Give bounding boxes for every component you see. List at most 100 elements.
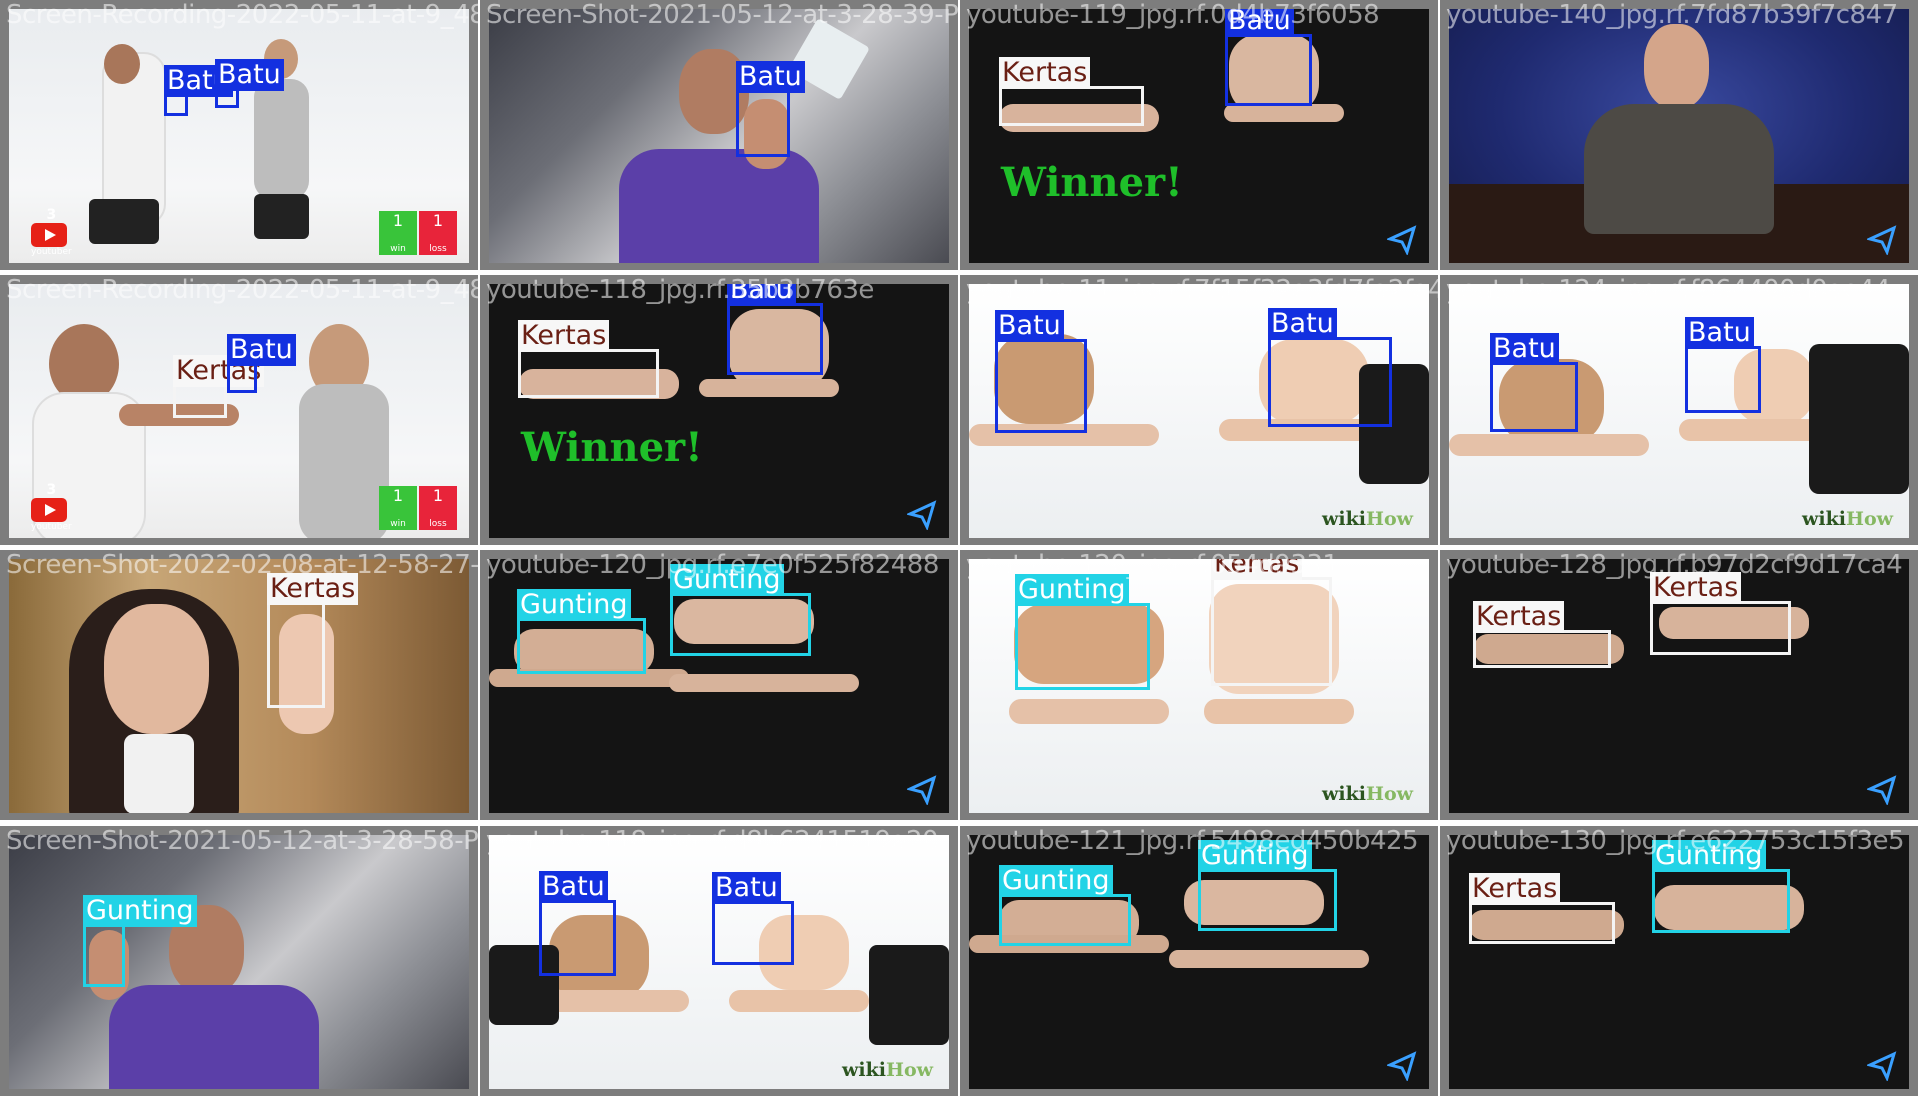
roboflow-logo-icon — [1387, 225, 1417, 255]
wikihow-logo: wikiHow — [1322, 783, 1413, 805]
detection-box: Batu — [1225, 9, 1312, 106]
tile[interactable]: Kertas Screen-Shot-2022-02-08-at-12-58-2… — [0, 550, 478, 820]
detection-label: Kertas — [1469, 873, 1561, 905]
photo: Batu Batu wikiHow — [489, 835, 949, 1089]
detection-box: Gunting — [1198, 840, 1337, 931]
wikihow-how: How — [1846, 508, 1893, 530]
score-win-label: win — [390, 519, 406, 529]
tile[interactable]: Kertas Batu 3 youtuber 1 win 1 loss Screen… — [0, 275, 478, 545]
photo: Kertas Batu Winner! — [489, 284, 949, 538]
scoreboard: 1 win 1 loss — [379, 486, 457, 530]
photo: Batu Batu wikiHow — [969, 284, 1429, 538]
photo: Batu Batu 3 youtuber 1 win 1 loss — [9, 9, 469, 263]
tile[interactable]: Batu Screen-Shot-2021-05-12-at-3-28-39-P… — [480, 0, 958, 270]
detection-label: Gunting — [517, 589, 631, 621]
tile[interactable]: Kertas Gunting youtube-130_jpg.rf.e62275… — [1440, 826, 1918, 1096]
detection-label: Kertas — [1473, 601, 1565, 633]
photo: Kertas Kertas — [1449, 559, 1909, 813]
detection-box: Batu — [1268, 308, 1392, 427]
tile[interactable]: Batu Batu wikiHow youtube-11_jpg.rf.7f15… — [960, 275, 1438, 545]
tile[interactable]: Gunting Gunting youtube-120_jpg.rf.e7e0f… — [480, 550, 958, 820]
detection-box: Batu — [227, 334, 296, 393]
youtube-count: 3 — [46, 207, 57, 223]
detection-box: Batu — [164, 65, 233, 116]
detection-label: Batu — [539, 871, 608, 903]
detection-label: Gunting — [83, 895, 197, 927]
roboflow-logo-icon — [1867, 225, 1897, 255]
roboflow-logo-icon — [907, 775, 937, 805]
detection-box: Batu — [727, 284, 823, 375]
detection-box: Kertas — [173, 355, 265, 418]
score-loss-label: loss — [429, 519, 447, 529]
detection-label: Kertas — [999, 57, 1091, 89]
tile[interactable]: Gunting Screen-Shot-2021-05-12-at-3-28-5… — [0, 826, 478, 1096]
detection-box: Batu — [995, 310, 1087, 433]
detection-box: Kertas — [1650, 572, 1791, 655]
roboflow-logo-icon — [907, 500, 937, 530]
score-loss: 1 — [432, 486, 444, 505]
photo: Kertas Batu Winner! — [969, 9, 1429, 263]
detection-box: Kertas — [999, 57, 1144, 126]
wikihow-logo: wikiHow — [1802, 508, 1893, 530]
detection-box: Batu — [1490, 333, 1578, 432]
detection-label: Batu — [712, 872, 781, 904]
photo: Batu Batu wikiHow — [1449, 284, 1909, 538]
score-loss-label: loss — [429, 244, 447, 254]
score-win-label: win — [390, 244, 406, 254]
detection-box: Kertas — [1469, 873, 1615, 944]
winner-text: Winner! — [1001, 159, 1183, 206]
roboflow-logo-icon — [1867, 1051, 1897, 1081]
score-win: 1 — [392, 211, 404, 230]
photo: Kertas — [9, 559, 469, 813]
detection-box: Kertas — [267, 573, 359, 708]
detection-label: Kertas — [267, 573, 359, 605]
youtube-count: 3 — [46, 482, 57, 498]
tile[interactable]: Kertas Batu Winner! youtube-118_jpg.rf.3… — [480, 275, 958, 545]
detection-label: Batu — [1685, 317, 1754, 349]
tile[interactable]: Batu Batu 3 youtuber 1 win 1 loss Screen-R… — [0, 0, 478, 270]
photo — [1449, 9, 1909, 263]
tile[interactable]: Kertas Kertas youtube-128_jpg.rf.b97d2cf… — [1440, 550, 1918, 820]
detection-box: Batu — [712, 872, 794, 965]
youtube-logo: 3 youtuber — [31, 207, 72, 257]
roboflow-logo-icon — [1867, 775, 1897, 805]
tile[interactable]: Batu Batu wikiHow youtube-124_jpg.rf.f86… — [1440, 275, 1918, 545]
tile[interactable]: Kertas Batu Winner! youtube-119_jpg.rf.0… — [960, 0, 1438, 270]
detection-box: Batu — [215, 59, 284, 108]
detection-label: Batu — [736, 61, 805, 93]
wikihow-wiki: wiki — [1802, 508, 1847, 530]
wikihow-how: How — [886, 1059, 933, 1081]
photo: Gunting Gunting — [969, 835, 1429, 1089]
detection-label: Gunting — [1015, 574, 1129, 606]
tile[interactable]: Gunting Gunting youtube-121_jpg.rf.5498e… — [960, 826, 1438, 1096]
detection-box: Gunting — [1652, 840, 1790, 933]
roboflow-logo-icon — [1387, 1051, 1417, 1081]
scoreboard: 1 win 1 loss — [379, 211, 457, 255]
youtube-logo: 3 youtuber — [31, 482, 72, 532]
play-icon — [31, 498, 67, 522]
detection-box: Kertas — [518, 320, 659, 398]
detection-box: Gunting — [999, 865, 1131, 946]
tile[interactable]: Batu Batu wikiHow youtube-118_jpg.rf.d8b… — [480, 826, 958, 1096]
detection-label: Gunting — [670, 564, 784, 596]
detection-label: Kertas — [1211, 559, 1303, 580]
detection-box: Kertas — [1211, 559, 1332, 686]
photo: Gunting — [9, 835, 469, 1089]
tile[interactable]: youtube-140_jpg.rf.7fd87b39f7c847 — [1440, 0, 1918, 270]
photo: Kertas Gunting — [1449, 835, 1909, 1089]
detection-label: Gunting — [999, 865, 1113, 897]
detection-label: Batu — [215, 59, 284, 91]
detection-label: Gunting — [1198, 840, 1312, 872]
wikihow-wiki: wiki — [1322, 508, 1367, 530]
play-icon — [31, 223, 67, 247]
tile[interactable]: Gunting Kertas wikiHow youtube-120_jpg.r… — [960, 550, 1438, 820]
wikihow-how: How — [1366, 508, 1413, 530]
detection-label: Batu — [227, 334, 296, 366]
detection-box: Batu — [539, 871, 616, 976]
photo: Batu — [489, 9, 949, 263]
detection-box: Gunting — [670, 564, 811, 656]
wikihow-wiki: wiki — [1322, 783, 1367, 805]
detection-box: Batu — [1685, 317, 1761, 413]
wikihow-how: How — [1366, 783, 1413, 805]
score-loss: 1 — [432, 211, 444, 230]
